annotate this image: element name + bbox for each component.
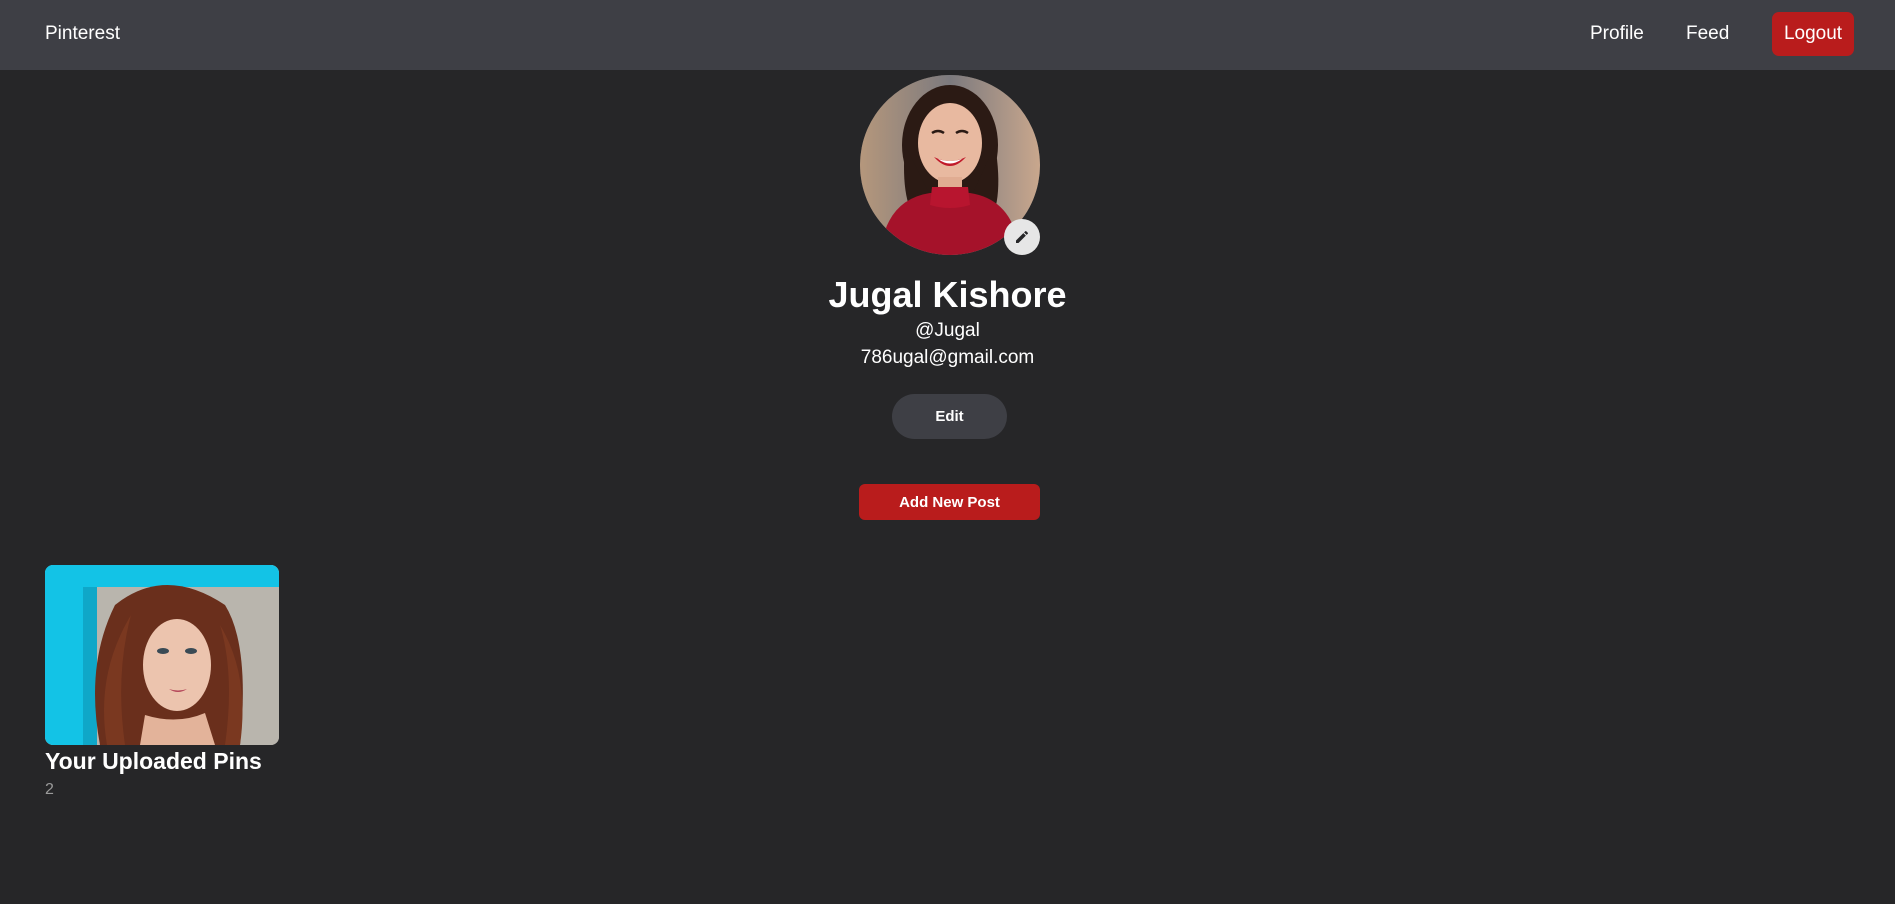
pencil-icon (1016, 230, 1029, 243)
brand-link[interactable]: Pinterest (45, 23, 120, 45)
uploaded-pins-count: 2 (45, 781, 54, 798)
pin-thumbnail-image (45, 565, 279, 745)
nav-profile-link[interactable]: Profile (1590, 23, 1644, 45)
uploaded-pins-title: Your Uploaded Pins (45, 748, 262, 774)
edit-profile-button[interactable]: Edit (892, 394, 1007, 439)
profile-name: Jugal Kishore (828, 274, 1067, 315)
edit-avatar-button[interactable] (1004, 219, 1040, 255)
logout-button[interactable]: Logout (1772, 12, 1854, 56)
uploaded-pins-card[interactable]: Your Uploaded Pins 2 (45, 565, 279, 799)
avatar-container (860, 75, 1040, 255)
add-new-post-button[interactable]: Add New Post (859, 484, 1040, 520)
profile-email: 786ugal@gmail.com (860, 347, 1035, 368)
navbar: Pinterest Profile Feed Logout (0, 0, 1895, 70)
profile-username: @Jugal (915, 320, 980, 341)
nav-feed-link[interactable]: Feed (1686, 23, 1729, 45)
pin-thumbnail[interactable] (45, 565, 279, 745)
